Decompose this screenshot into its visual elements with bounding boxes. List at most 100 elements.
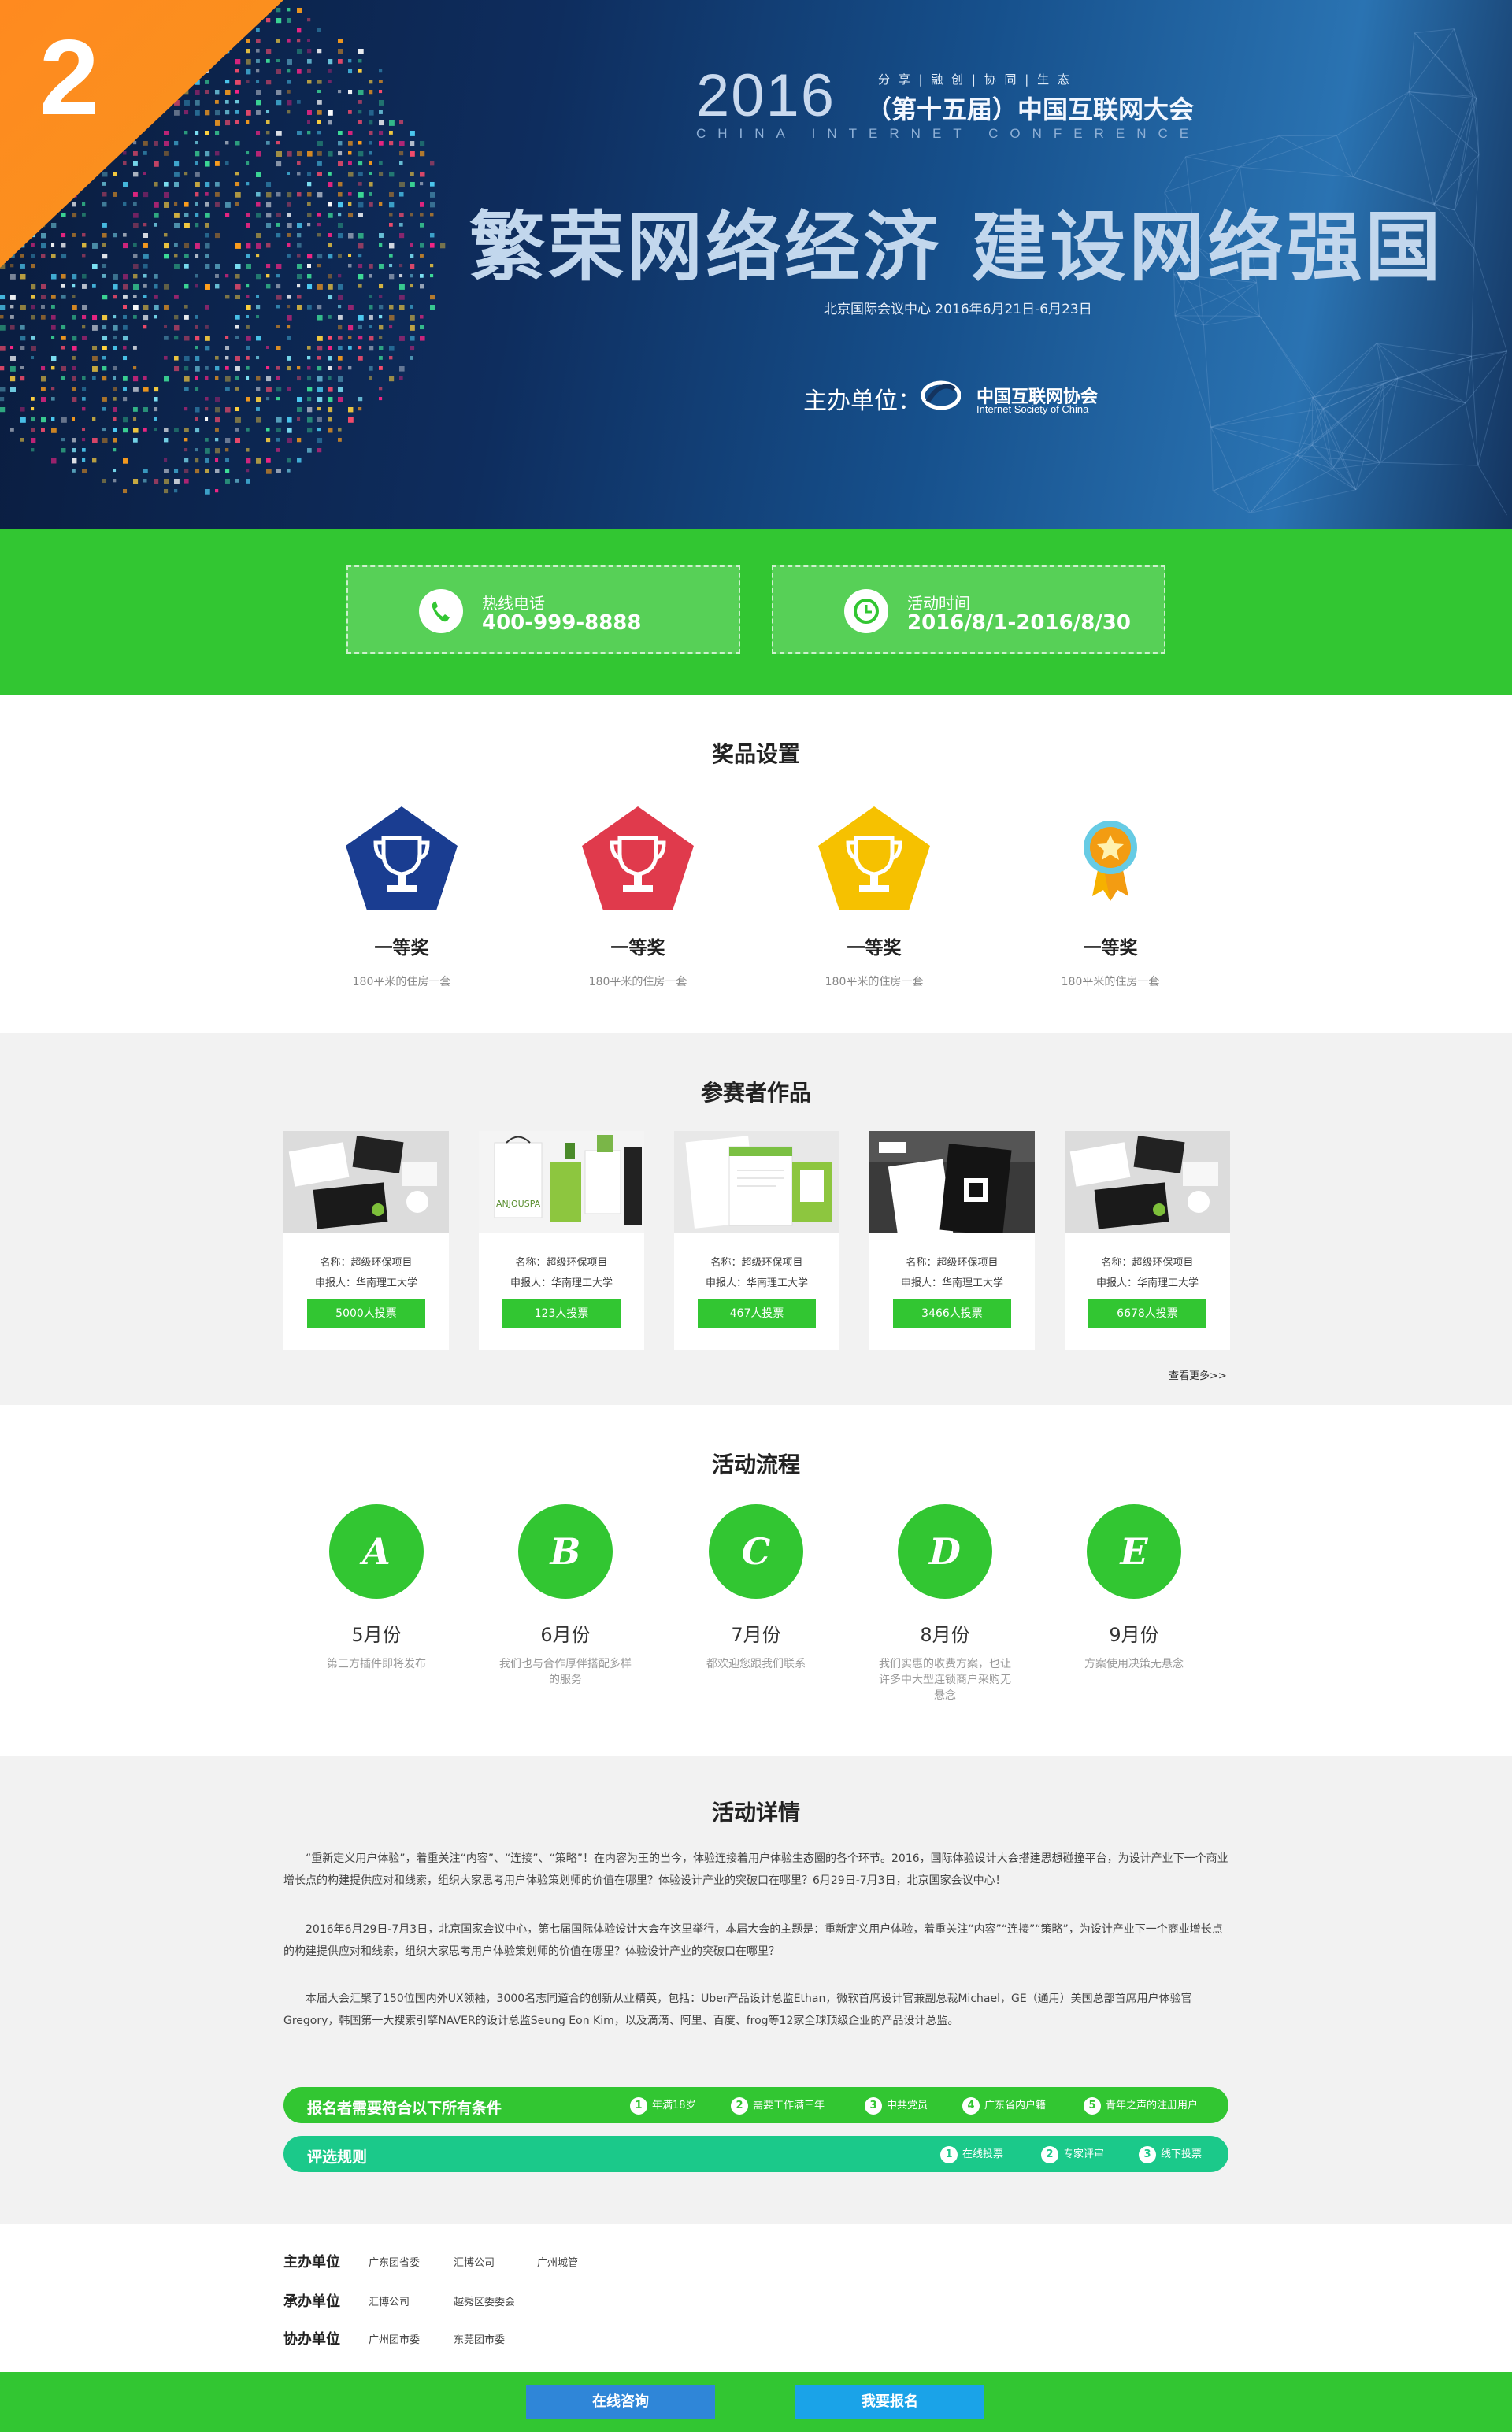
- requirement-item: 4 广东省内户籍: [962, 2096, 1046, 2115]
- host-name-en: Internet Society of China: [976, 403, 1089, 415]
- conference-year: 2016: [696, 62, 836, 129]
- work-thumbnail[interactable]: [284, 1131, 449, 1233]
- step-desc: 我们实惠的收费方案，也让许多中大型连锁商户采购无悬念: [879, 1658, 1011, 1702]
- prize-item: 一等奖 180平米的住房一套: [788, 803, 961, 989]
- step-letter: E: [1087, 1504, 1181, 1599]
- hotline-box[interactable]: 热线电话 400-999-8888: [346, 565, 740, 654]
- work-name: 名称：超级环保项目: [320, 1257, 413, 1269]
- conference-name: （第十五届）中国互联网大会: [866, 95, 1195, 124]
- undertaker-org: 越秀区委委会: [454, 2297, 516, 2308]
- prize-item: 一等奖 180平米的住房一套: [1024, 803, 1197, 989]
- work-name: 名称：超级环保项目: [906, 1257, 999, 1269]
- step-month: 6月份: [540, 1624, 591, 1646]
- phone-icon: [419, 589, 463, 633]
- process-step: C 7月份 都欢迎您跟我们联系: [677, 1504, 835, 1672]
- hero-slogan: 繁荣网络经济 建设网络强国: [469, 203, 1444, 291]
- process-step: B 6月份 我们也与合作厚伴搭配多样的服务: [487, 1504, 644, 1688]
- time-box: 活动时间 2016/8/1-2016/8/30: [772, 565, 1166, 654]
- requirements-bar: 报名者需要符合以下所有条件 1 年满18岁 2 需要工作满三年 3 中共党员 4 广东省…: [284, 2087, 1228, 2123]
- host-org: 广州城管: [537, 2257, 579, 2269]
- vote-button[interactable]: 123人投票: [502, 1299, 621, 1328]
- work-author: 申报人：华南理工大学: [1095, 1277, 1199, 1289]
- badge-number: 2: [39, 17, 99, 137]
- clock-icon: [844, 589, 888, 633]
- prize-name: 一等奖: [1083, 938, 1138, 958]
- conference-name-en: CHINA INTERNET CONFERENCE: [696, 126, 1201, 141]
- work-author: 申报人：华南理工大学: [705, 1277, 808, 1289]
- details-paragraph: “重新定义用户体验”，着重关注“内容”、“连接”、“策略”！在内容为王的当今，体…: [284, 1852, 1228, 1887]
- prize-desc: 180平米的住房一套: [352, 976, 451, 988]
- vote-button[interactable]: 467人投票: [698, 1299, 816, 1328]
- requirement-item: 2 需要工作满三年: [731, 2096, 825, 2115]
- step-month: 5月份: [351, 1624, 402, 1646]
- step-letter: C: [709, 1504, 803, 1599]
- trophy-icon: [818, 806, 930, 910]
- trophy-icon: [582, 806, 694, 910]
- works-section: 参赛者作品 名称：超级环保项目 申报人：华南理工大学 5000人投票 ANJOU…: [0, 1033, 1512, 1405]
- prize-desc: 180平米的住房一套: [588, 976, 687, 988]
- trophy-icon: [346, 806, 458, 910]
- rule-item: 3 线下投票: [1139, 2145, 1202, 2163]
- work-thumbnail[interactable]: [869, 1131, 1035, 1233]
- prize-desc: 180平米的住房一套: [825, 976, 924, 988]
- requirement-item: 5 青年之声的注册用户: [1084, 2096, 1198, 2115]
- step-desc: 我们也与合作厚伴搭配多样的服务: [499, 1658, 632, 1686]
- work-name: 名称：超级环保项目: [515, 1257, 608, 1269]
- rule-item: 2 专家评审: [1041, 2145, 1104, 2163]
- step-desc: 第三方插件即将发布: [327, 1658, 426, 1670]
- work-thumbnail[interactable]: ANJOUSPA: [479, 1131, 644, 1233]
- prize-name: 一等奖: [847, 938, 902, 958]
- details-paragraph: 2016年6月29日-7月3日，北京国家会议中心，第七届国际体验设计大会在这里举…: [284, 1923, 1223, 1958]
- signup-button[interactable]: 我要报名: [795, 2385, 984, 2419]
- rules-bar: 评选规则 1 在线投票 2 专家评审 3 线下投票: [284, 2136, 1228, 2172]
- work-author: 申报人：华南理工大学: [314, 1277, 417, 1289]
- work-card[interactable]: ANJOUSPA 名称：超级环保项目 申报人：华南理工大学 123人投票: [479, 1131, 644, 1350]
- work-card[interactable]: 名称：超级环保项目 申报人：华南理工大学 3466人投票: [869, 1131, 1035, 1350]
- prize-name: 一等奖: [610, 938, 665, 958]
- details-title: 活动详情: [711, 1800, 800, 1826]
- step-desc: 都欢迎您跟我们联系: [706, 1658, 806, 1670]
- time-label: 活动时间: [907, 594, 970, 613]
- conference-tags: 分 享 | 融 创 | 协 同 | 生 态: [878, 72, 1072, 87]
- works-title: 参赛者作品: [700, 1080, 811, 1106]
- work-name: 名称：超级环保项目: [710, 1257, 803, 1269]
- process-step: A 5月份 第三方插件即将发布: [298, 1504, 455, 1672]
- medal-icon: [1084, 821, 1137, 901]
- host-org: 汇博公司: [454, 2257, 495, 2269]
- step-month: 9月份: [1109, 1624, 1159, 1646]
- step-letter: D: [898, 1504, 992, 1599]
- vote-button[interactable]: 6678人投票: [1088, 1299, 1206, 1328]
- work-card[interactable]: 名称：超级环保项目 申报人：华南理工大学 5000人投票: [284, 1131, 449, 1350]
- work-name: 名称：超级环保项目: [1101, 1257, 1194, 1269]
- step-letter: B: [518, 1504, 613, 1599]
- work-thumbnail[interactable]: [1065, 1131, 1230, 1233]
- rule-item: 1 在线投票: [940, 2145, 1003, 2163]
- footer-bar: 在线咨询 我要报名: [0, 2372, 1512, 2432]
- process-title: 活动流程: [711, 1451, 800, 1477]
- prize-item: 一等奖 180平米的住房一套: [315, 803, 488, 989]
- details-paragraph: 本届大会汇聚了150位国内外UX领袖，3000名志同道合的创新从业精英，包括：U…: [284, 1993, 1192, 2027]
- hotline-value[interactable]: 400-999-8888: [482, 611, 642, 635]
- vote-button[interactable]: 3466人投票: [893, 1299, 1011, 1328]
- co-org-label: 协办单位: [284, 2331, 340, 2348]
- work-card[interactable]: 名称：超级环保项目 申报人：华南理工大学 6678人投票: [1065, 1131, 1230, 1350]
- view-more-link[interactable]: 查看更多>>: [1169, 1367, 1227, 1382]
- info-strip: 热线电话 400-999-8888 活动时间 2016/8/1-2016/8/3…: [0, 529, 1512, 695]
- step-month: 8月份: [920, 1624, 970, 1646]
- requirements-title: 报名者需要符合以下所有条件: [307, 2100, 502, 2117]
- online-consult-button[interactable]: 在线咨询: [526, 2385, 715, 2419]
- work-card[interactable]: 名称：超级环保项目 申报人：华南理工大学 467人投票: [674, 1131, 839, 1350]
- vote-button[interactable]: 5000人投票: [307, 1299, 425, 1328]
- prizes-title: 奖品设置: [711, 741, 800, 767]
- details-section: 活动详情 “重新定义用户体验”，着重关注“内容”、“连接”、“策略”！在内容为王…: [0, 1756, 1512, 2224]
- hero-banner: 2 2016 分 享 | 融 创 | 协 同 | 生 态 （第十五届）中国互联网…: [0, 0, 1512, 529]
- work-thumbnail[interactable]: [674, 1131, 839, 1233]
- process-step: E 9月份 方案使用决策无悬念: [1055, 1504, 1213, 1672]
- host-label: 主办单位：: [803, 387, 921, 415]
- venue-date: 北京国际会议中心 2016年6月21日-6月23日: [824, 302, 1092, 317]
- step-letter: A: [329, 1504, 424, 1599]
- process-step: D 8月份 我们实惠的收费方案，也让许多中大型连锁商户采购无悬念: [866, 1504, 1024, 1704]
- step-month: 7月份: [731, 1624, 781, 1646]
- rules-title: 评选规则: [307, 2148, 368, 2166]
- thumbnail-brand-text: ANJOUSPA: [496, 1199, 541, 1209]
